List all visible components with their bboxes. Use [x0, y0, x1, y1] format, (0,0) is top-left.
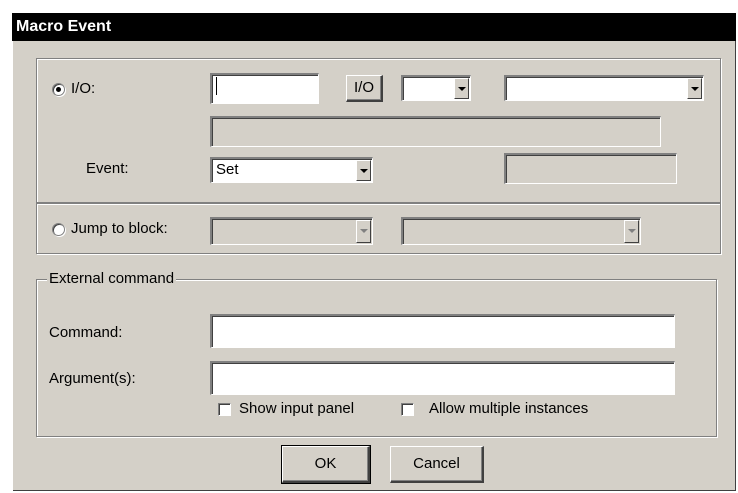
jump-to-block-radio[interactable]: [52, 223, 65, 236]
io-browse-button[interactable]: I/O: [346, 75, 383, 102]
external-command-group: [36, 279, 717, 437]
event-label: Event:: [86, 160, 129, 177]
dialog-title: Macro Event: [12, 13, 736, 41]
ok-button[interactable]: OK: [281, 445, 371, 484]
jump-to-block-label[interactable]: Jump to block:: [71, 220, 168, 238]
show-input-panel-checkbox[interactable]: [218, 403, 231, 416]
command-label: Command:: [49, 324, 123, 341]
chevron-down-icon: [624, 220, 639, 243]
chevron-down-icon[interactable]: [687, 78, 702, 99]
cancel-button[interactable]: Cancel: [390, 446, 484, 483]
show-input-panel-label[interactable]: Show input panel: [239, 400, 354, 418]
io-description-field: [210, 116, 661, 147]
arguments-label: Argument(s):: [49, 370, 136, 387]
chevron-down-icon[interactable]: [454, 78, 469, 99]
block-dropdown[interactable]: [210, 217, 373, 245]
chevron-down-icon[interactable]: [356, 160, 371, 181]
macro-event-dialog: Macro Event I/O: I/O Event: Set Jump to …: [12, 13, 736, 491]
io-address-input[interactable]: [210, 73, 319, 104]
event-value-field: [504, 153, 677, 184]
event-dropdown[interactable]: Set: [210, 157, 373, 183]
external-command-legend: External command: [47, 270, 177, 287]
chevron-down-icon: [356, 220, 371, 243]
text-caret: [216, 77, 217, 96]
allow-multiple-instances-label[interactable]: Allow multiple instances: [429, 400, 588, 418]
io-radio[interactable]: [52, 83, 65, 96]
block-detail-dropdown[interactable]: [401, 217, 641, 245]
radio-selected-dot: [56, 87, 61, 92]
io-radio-label[interactable]: I/O:: [71, 80, 95, 98]
io-signal-dropdown[interactable]: [504, 75, 704, 101]
arguments-input[interactable]: [210, 361, 675, 395]
allow-multiple-instances-checkbox[interactable]: [401, 403, 414, 416]
command-input[interactable]: [210, 314, 675, 348]
io-type-dropdown[interactable]: [401, 75, 471, 101]
